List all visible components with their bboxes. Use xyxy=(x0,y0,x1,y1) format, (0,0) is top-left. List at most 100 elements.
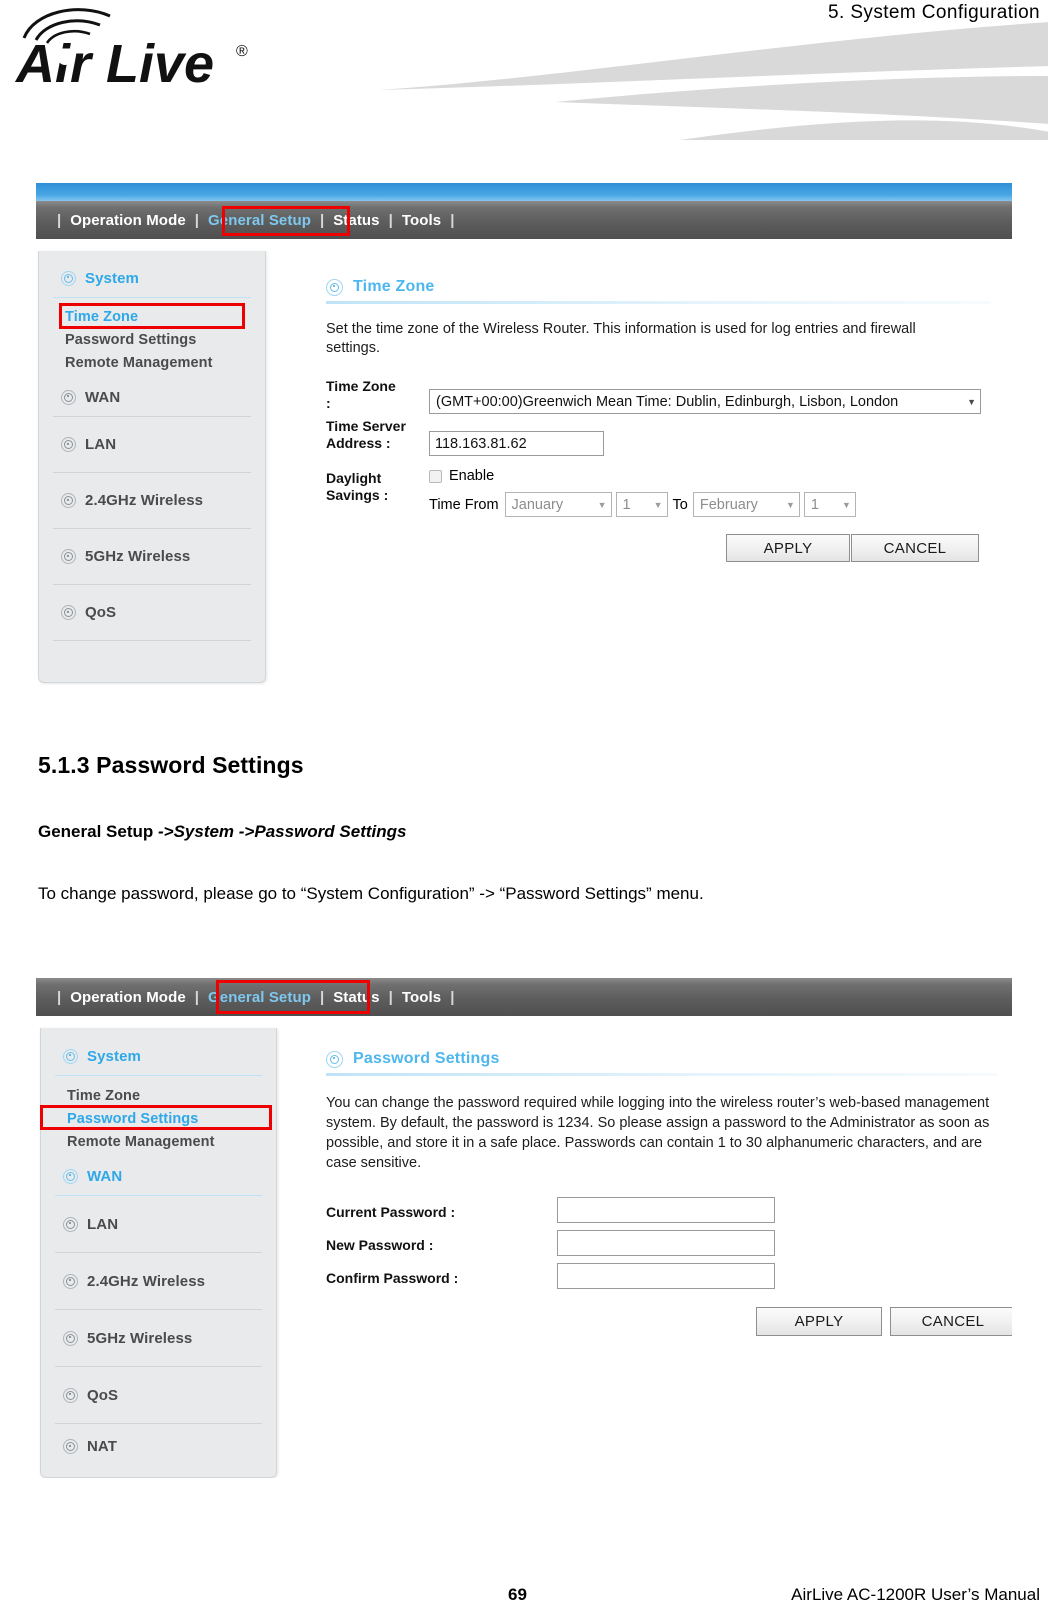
footer-page-number: 69 xyxy=(508,1585,527,1604)
new-password-label: New Password : xyxy=(326,1237,434,1253)
sidebar-item-password-settings[interactable]: Password Settings xyxy=(41,1108,276,1131)
current-password-input[interactable] xyxy=(557,1197,775,1223)
content-description: Set the time zone of the Wireless Router… xyxy=(326,321,916,356)
sidebar-group-label: LAN xyxy=(85,436,117,453)
sidebar-group-qos[interactable]: QoS xyxy=(41,1367,276,1423)
svg-text:®: ® xyxy=(236,43,248,60)
daylight-to-day-select[interactable]: 1 ▼ xyxy=(803,492,856,517)
target-icon xyxy=(61,270,76,286)
content-description: You can change the password required whi… xyxy=(326,1095,990,1171)
sidebar-group-wan[interactable]: WAN xyxy=(41,1157,276,1195)
cancel-button[interactable]: CANCEL xyxy=(890,1307,1012,1336)
body-paragraph: To change password, please go to “System… xyxy=(38,884,704,903)
title-underline xyxy=(326,1073,998,1076)
sidebar-item-time-zone[interactable]: Time Zone xyxy=(41,1085,276,1108)
confirm-password-input[interactable] xyxy=(557,1263,775,1289)
sidebar-group-nat[interactable]: NAT xyxy=(41,1424,276,1469)
sidebar-group-label: NAT xyxy=(87,1438,118,1455)
daylight-enable-row: Enable xyxy=(429,468,494,484)
daylight-range-row: Time From January ▼ 1 ▼ To February ▼ 1 … xyxy=(429,492,856,517)
nav-separator: | xyxy=(319,211,325,229)
nav-item-tools[interactable]: Tools xyxy=(402,212,441,229)
sidebar-group-24ghz-wireless[interactable]: 2.4GHz Wireless xyxy=(41,1253,276,1309)
nav-item-general-setup[interactable]: General Setup xyxy=(208,212,311,229)
daylight-enable-label: Enable xyxy=(449,468,495,484)
content-area-time-zone: Time Zone Set the time zone of the Wirel… xyxy=(326,278,991,564)
time-server-input[interactable] xyxy=(429,431,604,456)
sidebar-system-subitems: Time Zone Password Settings Remote Manag… xyxy=(40,1076,276,1154)
apply-button[interactable]: APPLY xyxy=(726,534,850,562)
sidebar-group-label: QoS xyxy=(87,1386,119,1404)
field-row-time-server: Time Server Address : xyxy=(326,418,991,470)
target-icon xyxy=(61,389,76,405)
new-password-input[interactable] xyxy=(557,1230,775,1256)
chevron-down-icon: ▼ xyxy=(653,499,663,510)
target-icon xyxy=(63,1330,78,1346)
chevron-down-icon: ▼ xyxy=(841,499,851,510)
nav-item-operation-mode[interactable]: Operation Mode xyxy=(70,212,186,229)
time-zone-select[interactable]: (GMT+00:00)Greenwich Mean Time: Dublin, … xyxy=(429,389,981,414)
breadcrumb-italic: ->System ->Password Settings xyxy=(157,822,407,841)
content-area-password-settings: Password Settings You can change the pas… xyxy=(326,1050,1012,1339)
daylight-from-month-value: January xyxy=(511,496,564,513)
screenshot-time-zone: | Operation Mode | General Setup | Statu… xyxy=(36,183,1012,685)
nav-item-general-setup[interactable]: General Setup xyxy=(208,989,311,1006)
sidebar-group-5ghz-wireless[interactable]: 5GHz Wireless xyxy=(41,1310,276,1366)
time-zone-select-value: (GMT+00:00)Greenwich Mean Time: Dublin, … xyxy=(436,393,899,410)
target-icon xyxy=(63,1216,78,1232)
target-icon xyxy=(326,1050,343,1068)
target-icon xyxy=(63,1387,78,1403)
sidebar-group-lan[interactable]: LAN xyxy=(41,1196,276,1252)
daylight-savings-label: Daylight Savings : xyxy=(326,470,421,504)
daylight-from-month-select[interactable]: January ▼ xyxy=(504,492,612,517)
daylight-from-day-select[interactable]: 1 ▼ xyxy=(615,492,668,517)
page-title: Time Zone xyxy=(353,278,435,295)
sidebar-group-label: LAN xyxy=(87,1215,119,1233)
sidebar-group-label: WAN xyxy=(87,1167,123,1185)
sidebar-group-5ghz-wireless[interactable]: 5GHz Wireless xyxy=(39,529,265,584)
cancel-button[interactable]: CANCEL xyxy=(851,534,979,562)
apply-button[interactable]: APPLY xyxy=(756,1307,882,1336)
daylight-enable-checkbox[interactable] xyxy=(429,469,442,483)
page-header: 5. System Configuration Air Live ® xyxy=(0,0,1048,140)
content-title-row: Password Settings xyxy=(326,1050,998,1068)
sidebar-group-label: 2.4GHz Wireless xyxy=(87,1272,206,1290)
sidebar-group-lan[interactable]: LAN xyxy=(39,417,265,472)
target-icon xyxy=(63,1273,78,1289)
nav-item-status[interactable]: Status xyxy=(333,989,379,1006)
section-heading: 5.1.3 Password Settings xyxy=(38,752,304,778)
nav-separator: | xyxy=(388,211,393,229)
daylight-to-month-select[interactable]: February ▼ xyxy=(692,492,800,517)
sidebar-group-label: WAN xyxy=(85,388,121,406)
nav-separator: | xyxy=(57,988,62,1006)
nav-item-operation-mode[interactable]: Operation Mode xyxy=(70,989,186,1006)
sidebar-group-system[interactable]: System xyxy=(39,259,265,297)
target-icon xyxy=(61,605,76,620)
confirm-password-label: Confirm Password : xyxy=(326,1270,459,1286)
field-row-daylight-savings: Daylight Savings : Enable Time From Janu… xyxy=(326,468,991,526)
sidebar-group-label: System xyxy=(85,269,139,287)
target-icon xyxy=(61,493,76,508)
sidebar-group-24ghz-wireless[interactable]: 2.4GHz Wireless xyxy=(39,473,265,528)
sidebar-item-password-settings[interactable]: Password Settings xyxy=(39,329,265,352)
button-row: APPLY CANCEL xyxy=(326,1307,1012,1339)
sidebar-group-wan[interactable]: WAN xyxy=(39,378,265,416)
sidebar-group-label: QoS xyxy=(85,604,117,621)
footer-manual-title: AirLive AC-1200R User’s Manual xyxy=(791,1585,1040,1604)
svg-text:Air Live: Air Live xyxy=(14,34,214,91)
sidebar: System Time Zone Password Settings Remot… xyxy=(40,1028,277,1478)
sidebar-item-remote-management[interactable]: Remote Management xyxy=(39,352,265,375)
sidebar-group-qos[interactable]: QoS xyxy=(39,585,265,640)
sidebar-item-time-zone[interactable]: Time Zone xyxy=(39,306,265,329)
sidebar-item-remote-management[interactable]: Remote Management xyxy=(41,1131,276,1154)
password-fields: Current Password : New Password : Confir… xyxy=(326,1197,998,1307)
nav-separator: | xyxy=(450,211,455,229)
nav-item-tools[interactable]: Tools xyxy=(402,989,441,1006)
nav-item-status[interactable]: Status xyxy=(333,212,379,229)
sidebar-group-system[interactable]: System xyxy=(41,1037,276,1075)
daylight-from-day-value: 1 xyxy=(622,496,631,513)
sidebar-group-label: 2.4GHz Wireless xyxy=(85,492,204,509)
chevron-down-icon: ▼ xyxy=(597,499,607,510)
target-icon xyxy=(63,1168,78,1184)
sidebar-group-label: 5GHz Wireless xyxy=(87,1329,193,1347)
